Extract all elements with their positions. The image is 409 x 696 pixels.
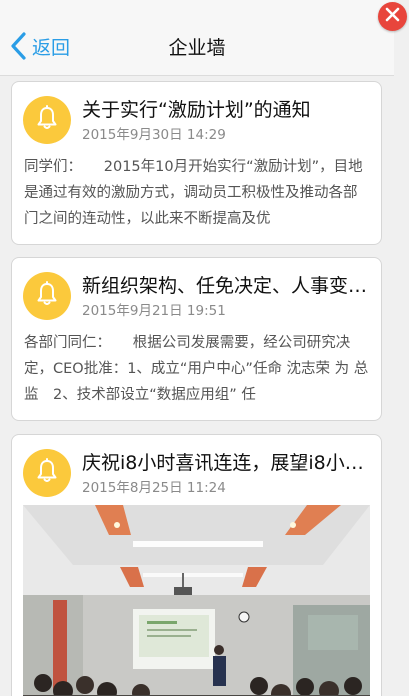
post-feed[interactable]: 关于实行“激励计划”的通知 2015年9月30日 14:29 同学们： 2015… bbox=[0, 76, 394, 696]
post-card[interactable]: 庆祝i8小时喜讯连连，展望i8小时美好未来 2015年8月25日 11:24 bbox=[11, 434, 382, 696]
post-title: 关于实行“激励计划”的通知 bbox=[82, 99, 311, 121]
bell-icon bbox=[35, 281, 59, 311]
post-excerpt: 各部门同仁： 根据公司发展需要，经公司研究决定，CEO批准：1、成立“用户中心”… bbox=[24, 335, 369, 403]
post-date: 2015年9月21日 19:51 bbox=[82, 303, 226, 319]
post-date: 2015年8月25日 11:24 bbox=[82, 480, 226, 496]
bell-icon bbox=[35, 105, 59, 135]
post-excerpt: 同学们： 2015年10月开始实行“激励计划”，目地是通过有效的激励方式，调动员… bbox=[24, 159, 363, 227]
close-icon bbox=[385, 7, 400, 26]
post-avatar bbox=[23, 272, 71, 320]
post-card[interactable]: 新组织架构、任免决定、人事变动通知 2015年9月21日 19:51 各部门同仁… bbox=[11, 257, 382, 421]
post-header: 新组织架构、任免决定、人事变动通知 2015年9月21日 19:51 bbox=[12, 258, 381, 320]
post-photo[interactable] bbox=[23, 505, 370, 696]
app-header: 返回 企业墙 bbox=[0, 0, 394, 76]
post-title: 庆祝i8小时喜讯连连，展望i8小时美好未来 bbox=[82, 452, 372, 474]
post-header: 关于实行“激励计划”的通知 2015年9月30日 14:29 bbox=[12, 82, 381, 144]
meeting-room-photo bbox=[23, 505, 370, 696]
bell-icon bbox=[35, 458, 59, 488]
post-card[interactable]: 关于实行“激励计划”的通知 2015年9月30日 14:29 同学们： 2015… bbox=[11, 81, 382, 245]
post-avatar bbox=[23, 449, 71, 497]
post-date: 2015年9月30日 14:29 bbox=[82, 127, 226, 143]
page-title: 企业墙 bbox=[168, 37, 226, 59]
close-button[interactable] bbox=[378, 2, 407, 31]
post-header: 庆祝i8小时喜讯连连，展望i8小时美好未来 2015年8月25日 11:24 bbox=[12, 435, 381, 497]
post-title: 新组织架构、任免决定、人事变动通知 bbox=[82, 275, 372, 297]
post-avatar bbox=[23, 96, 71, 144]
